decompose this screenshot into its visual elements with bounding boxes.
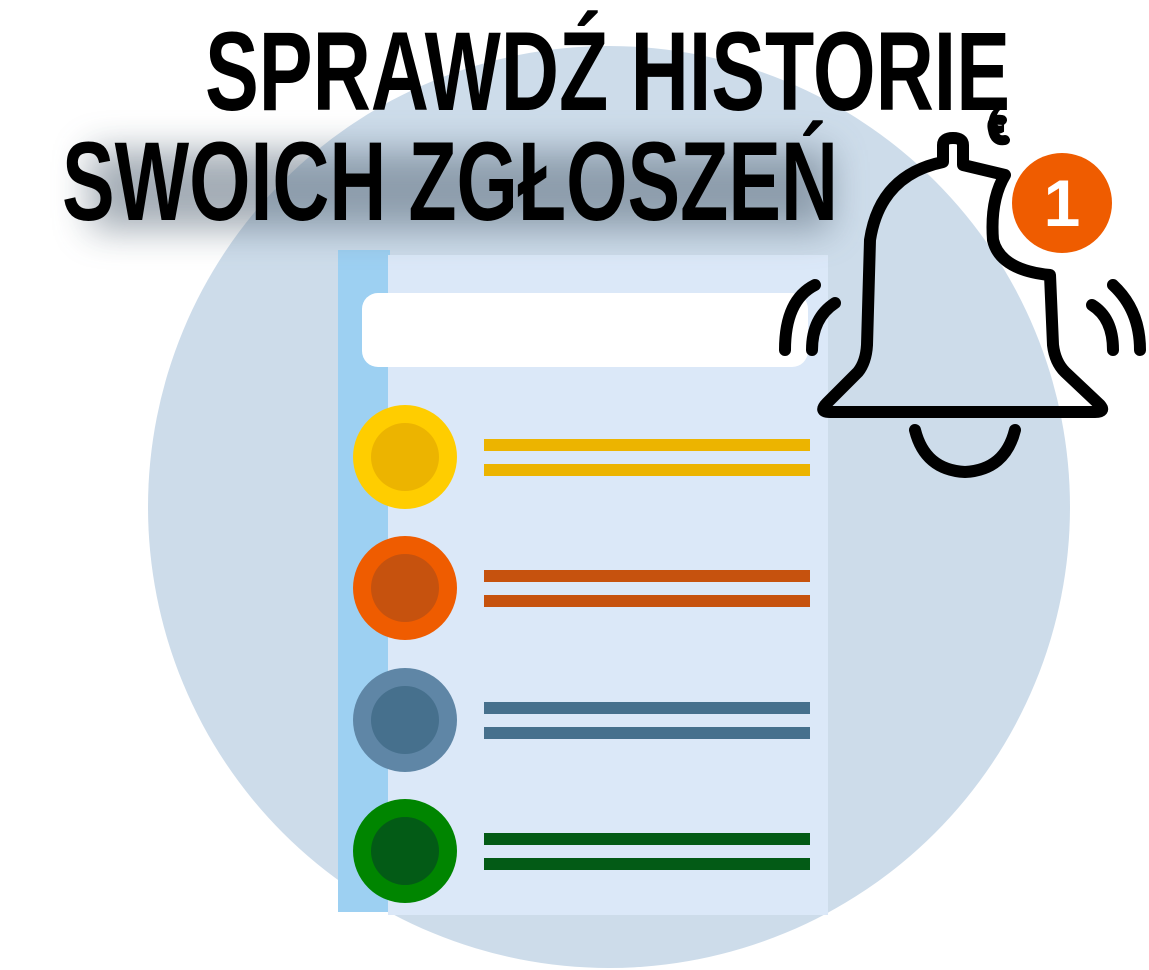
- text-line: [484, 570, 810, 582]
- text-line: [484, 702, 810, 714]
- status-dot-inner: [371, 686, 439, 754]
- status-dot-inner: [371, 554, 439, 622]
- search-bar[interactable]: [362, 293, 808, 367]
- illustration: 1 SPRAWDŹ HISTORIĘ SWOICH ZGŁOSZEŃ: [62, 9, 1146, 968]
- notification-count: 1: [1044, 166, 1081, 240]
- status-dot-inner: [371, 423, 439, 491]
- text-line: [484, 727, 810, 739]
- status-dot-inner: [371, 817, 439, 885]
- title-line-1: SPRAWDŹ HISTORIĘ: [205, 9, 1010, 134]
- text-line: [484, 464, 810, 476]
- text-line: [484, 595, 810, 607]
- text-line: [484, 439, 810, 451]
- text-line: [484, 858, 810, 870]
- title-line-2: SWOICH ZGŁOSZEŃ: [62, 119, 838, 244]
- text-line: [484, 833, 810, 845]
